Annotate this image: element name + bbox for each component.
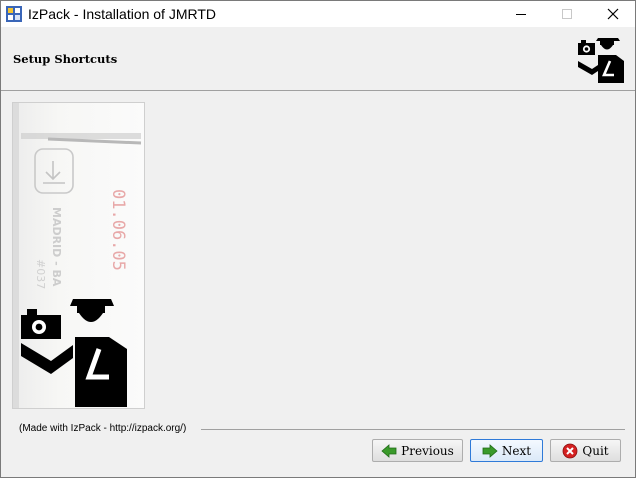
header-separator [1, 90, 635, 91]
svg-text:MADRID - BA: MADRID - BA [50, 207, 63, 287]
svg-text:01.06.05: 01.06.05 [108, 189, 128, 271]
close-icon [607, 8, 619, 20]
made-with-izpack-label: (Made with IzPack - http://izpack.org/) [19, 423, 187, 434]
passport-stamp-izpack-logo: 01.06.05 MADRID - BA #037 [13, 103, 144, 408]
previous-button[interactable]: Previous [372, 439, 463, 462]
page-title: Setup Shortcuts [13, 52, 118, 66]
stamp-date-text: 01.06.05 [108, 189, 128, 271]
stamp-number-text: #037 [34, 259, 47, 289]
minimize-button[interactable] [498, 1, 544, 27]
izpack-app-icon [6, 6, 22, 22]
next-button-label: Next [501, 443, 532, 458]
next-button[interactable]: Next [470, 439, 543, 462]
maximize-icon [562, 9, 572, 19]
stop-icon [562, 443, 578, 458]
footer-separator [201, 429, 625, 430]
close-button[interactable] [590, 1, 635, 27]
arrow-left-icon [381, 443, 397, 458]
panel-header: Setup Shortcuts [1, 27, 635, 90]
arrow-right-icon [482, 443, 498, 458]
side-image-panel: 01.06.05 MADRID - BA #037 [12, 102, 145, 409]
maximize-button[interactable] [544, 1, 590, 27]
stamp-place-text: MADRID - BA [50, 207, 63, 287]
quit-button[interactable]: Quit [550, 439, 621, 462]
izpack-border-guard-icon [578, 38, 624, 83]
installer-window: IzPack - Installation of JMRTD Setup Sho… [0, 0, 636, 478]
window-title: IzPack - Installation of JMRTD [28, 6, 217, 22]
title-bar[interactable]: IzPack - Installation of JMRTD [1, 1, 635, 27]
svg-text:#037: #037 [34, 259, 47, 289]
previous-button-label: Previous [401, 443, 454, 458]
quit-button-label: Quit [582, 443, 609, 458]
minimize-icon [516, 14, 526, 15]
